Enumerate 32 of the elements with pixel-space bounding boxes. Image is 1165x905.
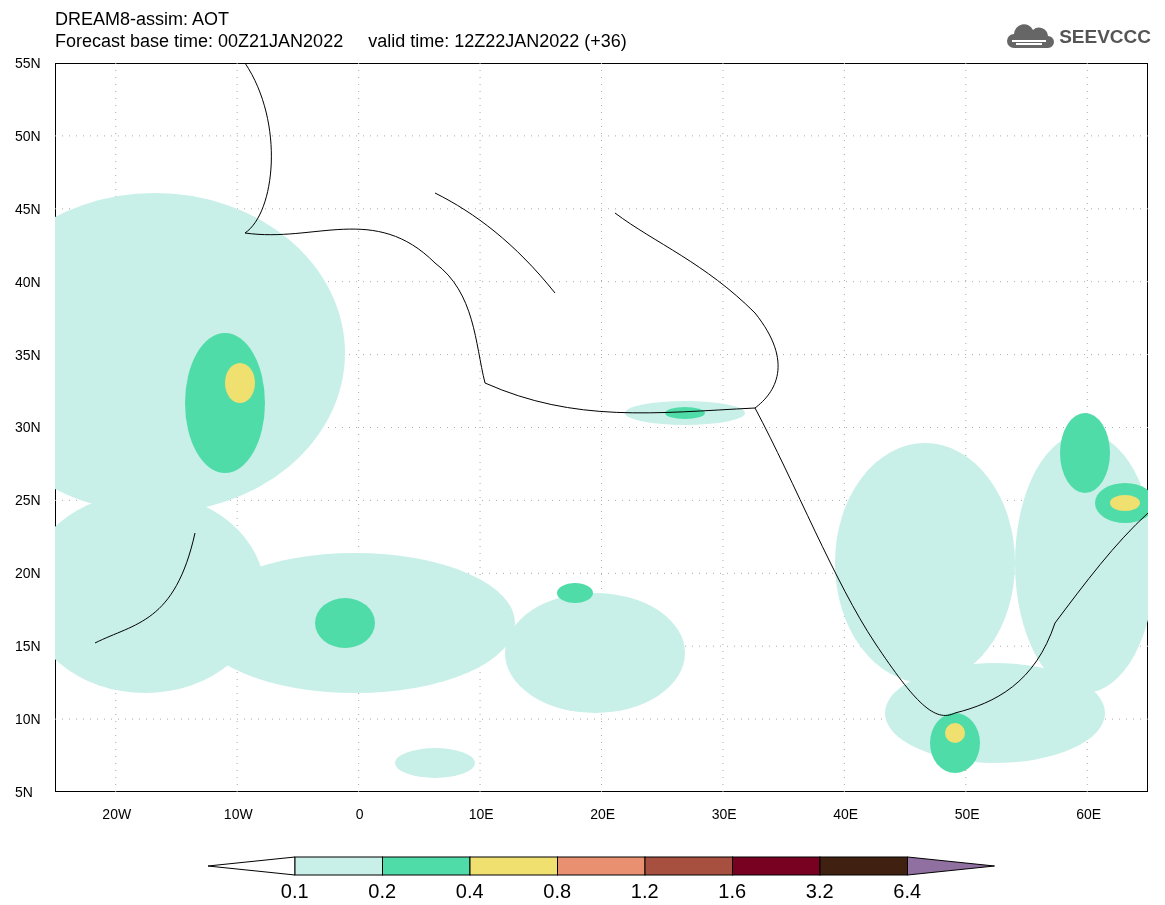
longitude-label: 20E (590, 806, 616, 822)
forecast-time-label: Forecast base time: 00Z21JAN2022 valid time: 12Z22JAN2022 (+36) (55, 30, 627, 52)
longitude-label: 40E (833, 806, 859, 822)
latitude-label: 30N (15, 419, 41, 436)
colorbar-label: 3.2 (805, 880, 834, 902)
logo-text: SEEVCCC (1059, 26, 1151, 48)
colorbar-label: 0.4 (455, 880, 484, 902)
cloud-logo-icon (1006, 24, 1057, 50)
longitude-label: 10E (468, 806, 494, 822)
latitude-label: 10N (15, 711, 41, 727)
colorbar-label: 0.1 (280, 880, 309, 902)
latitude-label: 20N (15, 565, 41, 582)
latitude-label: 50N (15, 127, 41, 144)
colorbar-label: 1.6 (718, 880, 747, 902)
latitude-label: 15N (15, 638, 41, 655)
longitude-label: 50E (954, 806, 980, 822)
latitude-label: 55N (15, 55, 41, 71)
colorbar-label: 6.4 (893, 880, 922, 902)
latitude-label: 40N (15, 273, 41, 290)
latitude-label: 25N (15, 492, 41, 509)
longitude-label: 30E (711, 806, 737, 822)
colorbar-label: 1.2 (630, 880, 659, 902)
colorbar-label: 0.2 (368, 880, 397, 902)
longitude-label: 0 (355, 806, 364, 822)
chart-title: DREAM8-assim: AOT (55, 8, 231, 30)
longitude-label: 60E (1076, 806, 1102, 822)
latitude-label: 5N (15, 783, 33, 800)
longitude-label: 10W (223, 806, 253, 822)
longitude-label: 20W (102, 806, 132, 822)
colorbar-label: 0.8 (543, 880, 572, 902)
latitude-label: 45N (15, 200, 41, 217)
latitude-label: 35N (15, 346, 41, 363)
